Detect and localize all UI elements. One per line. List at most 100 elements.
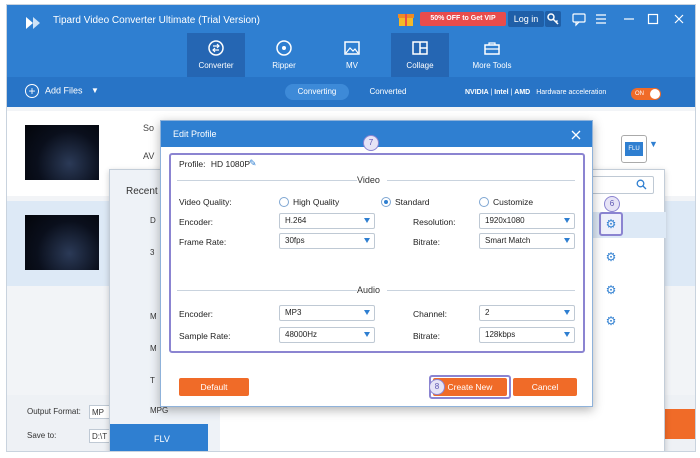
add-files-label: Add Files [45,85,83,96]
output-format-label: Output Format: [27,407,81,416]
login-button[interactable]: Log in [508,11,544,27]
vip-promo-button[interactable]: 50% OFF to Get VIP [420,12,506,26]
step-badge-8: 8 [429,379,445,395]
divider [177,290,357,291]
format-category-flv[interactable]: FLV [110,424,208,451]
tab-more-tools-label: More Tools [472,61,512,70]
edit-profile-dialog: Edit Profile 7 Profile: HD 1080P ✎ Video… [160,120,593,407]
quality-high-label[interactable]: High Quality [293,197,339,207]
chevron-down-icon [364,218,370,223]
converting-tab[interactable]: Converting [285,84,349,100]
window-title: Tipard Video Converter Ultimate (Trial V… [53,15,260,26]
converted-tab[interactable]: Converted [355,84,421,100]
toggle-label: ON [635,91,644,97]
gear-icon[interactable]: ⚙ [604,217,618,231]
add-files-button[interactable]: + Add Files ▼ [25,84,99,98]
converter-icon [208,40,224,56]
hw-accel-label: Hardware acceleration [536,89,607,96]
tab-collage[interactable]: Collage [391,33,449,77]
output-format-badge[interactable]: FLU [621,135,647,163]
source-label: So [143,123,155,133]
channel-select[interactable]: 2 [479,305,575,321]
frame-rate-select[interactable]: 30fps [279,233,375,249]
chevron-down-icon [364,332,370,337]
app-window: Tipard Video Converter Ultimate (Trial V… [6,4,696,452]
tab-converter-label: Converter [198,61,234,70]
default-button[interactable]: Default [179,378,249,396]
menu-icon[interactable] [593,11,609,27]
chevron-down-icon[interactable]: ▼ [91,86,99,95]
audio-bitrate-select[interactable]: 128kbps [479,327,575,343]
cancel-button[interactable]: Cancel [513,378,577,396]
quality-standard-radio[interactable] [381,197,391,207]
tab-more-tools[interactable]: More Tools [459,33,525,77]
recent-tab[interactable]: Recent [126,186,158,197]
status-switch: Converting Converted [285,84,421,100]
profile-label: Profile: HD 1080P [179,159,250,169]
minimize-icon[interactable] [621,11,637,27]
tab-ripper[interactable]: Ripper [255,33,313,77]
format-label: AV [143,151,155,161]
video-quality-label: Video Quality: [179,197,232,207]
gift-icon[interactable] [397,10,415,28]
audio-bitrate-value: 128kbps [485,330,516,339]
quality-standard-label[interactable]: Standard [395,197,430,207]
frame-rate-label: Frame Rate: [179,237,227,247]
format-category-item[interactable]: 3 [150,248,154,257]
format-category-item[interactable]: MPG [150,406,168,415]
format-dropdown-chevron-icon[interactable]: ▼ [649,139,658,149]
close-icon[interactable] [671,11,687,27]
chat-icon[interactable] [571,11,587,27]
audio-encoder-label: Encoder: [179,309,214,319]
step-badge-6: 6 [604,196,620,212]
quality-customize-label[interactable]: Customize [493,197,533,207]
divider [387,180,575,181]
format-category-item[interactable]: M [150,312,157,321]
tab-converter[interactable]: Converter [187,33,245,77]
plus-icon: + [25,84,39,98]
gear-icon[interactable]: ⚙ [604,314,618,328]
close-icon[interactable] [570,125,582,144]
channel-value: 2 [485,308,490,317]
encoder-select[interactable]: H.264 [279,213,375,229]
title-bar: Tipard Video Converter Ultimate (Trial V… [7,5,695,77]
resolution-label: Resolution: [413,217,456,227]
video-thumbnail[interactable] [25,125,99,180]
format-category-item[interactable]: T [150,376,155,385]
divider [177,180,357,181]
key-icon[interactable] [545,11,561,27]
step-badge-7: 7 [363,135,379,151]
edit-pencil-icon[interactable]: ✎ [249,158,257,169]
sample-rate-label: Sample Rate: [179,331,231,341]
collage-icon [412,41,428,55]
resolution-select[interactable]: 1920x1080 [479,213,575,229]
intel-label: Intel [494,89,509,96]
tab-mv[interactable]: MV [323,33,381,77]
video-thumbnail[interactable] [25,215,99,270]
video-section-title: Video [357,175,380,185]
audio-encoder-select[interactable]: MP3 [279,305,375,321]
format-category-item[interactable]: M [150,344,157,353]
audio-section-title: Audio [357,285,381,295]
audio-bitrate-label: Bitrate: [413,331,440,341]
ripper-icon [276,40,292,56]
sample-rate-select[interactable]: 48000Hz [279,327,375,343]
tab-mv-label: MV [346,61,358,70]
format-category-item[interactable]: D [150,216,156,225]
chevron-down-icon [564,310,570,315]
maximize-icon[interactable] [645,11,661,27]
divider [387,290,575,291]
quality-customize-radio[interactable] [479,197,489,207]
gear-icon[interactable]: ⚙ [604,250,618,264]
search-icon[interactable] [636,179,647,193]
resolution-value: 1920x1080 [485,216,525,225]
bitrate-select[interactable]: Smart Match [479,233,575,249]
chevron-down-icon [564,218,570,223]
quality-high-radio[interactable] [279,197,289,207]
bitrate-value: Smart Match [485,236,531,245]
profile-value: HD 1080P [210,159,251,169]
encoder-value: H.264 [285,216,307,225]
frame-rate-value: 30fps [285,236,305,245]
hw-accel-toggle[interactable]: ON [631,88,661,100]
gear-icon[interactable]: ⚙ [604,283,618,297]
